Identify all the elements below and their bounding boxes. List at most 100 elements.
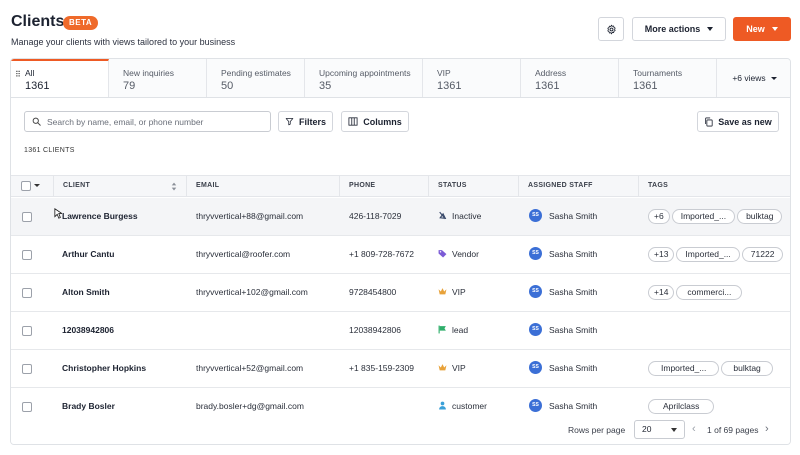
tab-tournaments[interactable]: Tournaments 1361 <box>619 59 717 97</box>
search-field[interactable] <box>24 111 271 132</box>
search-icon <box>32 117 41 126</box>
tab-label: All <box>25 68 35 78</box>
next-page-button[interactable]: › <box>765 423 769 435</box>
tag-chip[interactable]: +13 <box>648 247 675 263</box>
tab-count: 1361 <box>535 80 560 92</box>
tag-chip[interactable]: bulktag <box>721 361 773 377</box>
tab-label: Pending estimates <box>221 68 291 78</box>
row-checkbox[interactable] <box>22 250 32 260</box>
cursor-icon <box>54 208 62 219</box>
filter-icon <box>285 118 294 126</box>
rows-per-page-label: Rows per page <box>568 425 626 435</box>
tag-chip[interactable]: Imported_... <box>648 361 720 377</box>
client-phone: +1 809-728-7672 <box>349 249 414 259</box>
table-row[interactable]: Christopher Hopkins thryvvertical+52@gma… <box>11 350 790 388</box>
tab-count: 1361 <box>633 80 658 92</box>
save-as-new-button[interactable]: Save as new <box>697 111 779 132</box>
avatar: SS <box>529 399 542 413</box>
tab-all[interactable]: ⠿ All 1361 <box>11 59 109 97</box>
row-checkbox[interactable] <box>22 326 32 336</box>
assigned-staff: SS Sasha Smith <box>529 198 637 235</box>
client-phone: 12038942806 <box>349 325 402 335</box>
column-header-status[interactable]: STATUS <box>428 176 518 196</box>
client-name[interactable]: Alton Smith <box>62 274 184 311</box>
page-header: Clients BETA Manage your clients with vi… <box>0 0 800 58</box>
drag-handle-icon[interactable]: ⠿ <box>15 70 21 79</box>
tag-chip[interactable]: 71222 <box>741 247 784 263</box>
chevron-down-icon <box>671 428 677 432</box>
assigned-staff: SS Sasha Smith <box>529 350 637 387</box>
column-header-email[interactable]: EMAIL <box>186 176 339 196</box>
column-header-phone[interactable]: PHONE <box>339 176 428 196</box>
clients-count: 1361 CLIENTS <box>24 147 75 154</box>
tag-chip[interactable]: bulktag <box>737 209 783 225</box>
save-as-new-label: Save as new <box>718 116 772 127</box>
select-all-checkbox[interactable] <box>21 181 31 191</box>
status-label: Vendor <box>452 249 479 259</box>
table-row[interactable]: Lawrence Burgess thryvvertical+88@gmail.… <box>11 198 790 236</box>
tag-chip[interactable]: Imported_... <box>671 209 736 225</box>
more-actions-button[interactable]: More actions <box>632 17 726 41</box>
tag-chip[interactable]: +14 <box>648 285 675 301</box>
client-name[interactable]: 12038942806 <box>62 312 184 349</box>
avatar: SS <box>529 285 542 299</box>
client-name[interactable]: Arthur Cantu <box>62 236 184 273</box>
tab-label: VIP <box>437 68 451 78</box>
client-name[interactable]: Christopher Hopkins <box>62 350 184 387</box>
sort-icon[interactable] <box>171 182 177 191</box>
columns-button[interactable]: Columns <box>341 111 409 132</box>
tag-chip[interactable]: commerci... <box>676 285 743 301</box>
tab-vip[interactable]: VIP 1361 <box>423 59 521 97</box>
tag-chip[interactable]: Aprilclass <box>648 399 715 415</box>
client-email <box>196 312 336 349</box>
client-email: thryvvertical+102@gmail.com <box>196 287 308 297</box>
table-row[interactable]: Alton Smith thryvvertical+102@gmail.com … <box>11 274 790 312</box>
rows-per-page-select[interactable]: 20 <box>634 420 685 439</box>
settings-button[interactable] <box>598 17 624 41</box>
more-views-label: +6 views <box>732 73 766 83</box>
tab-new-inquiries[interactable]: New inquiries 79 <box>109 59 207 97</box>
clients-card: ⠿ All 1361 New inquiries 79 Pending esti… <box>10 58 791 445</box>
column-header-assigned-staff[interactable]: ASSIGNED STAFF <box>518 176 638 196</box>
row-checkbox[interactable] <box>22 402 32 412</box>
client-status: Inactive <box>438 198 516 235</box>
assigned-staff: SS Sasha Smith <box>529 274 637 311</box>
tab-address[interactable]: Address 1361 <box>521 59 619 97</box>
row-checkbox[interactable] <box>22 212 32 222</box>
staff-name: Sasha Smith <box>549 211 598 221</box>
row-checkbox[interactable] <box>22 364 32 374</box>
table-row[interactable]: Arthur Cantu thryvvertical@roofer.com +1… <box>11 236 790 274</box>
status-label: VIP <box>452 287 466 297</box>
client-name[interactable]: Lawrence Burgess <box>62 198 184 235</box>
column-label: STATUS <box>438 182 467 189</box>
staff-name: Sasha Smith <box>549 287 598 297</box>
chevron-down-icon[interactable] <box>34 184 40 187</box>
beta-badge: BETA <box>63 16 99 30</box>
new-button[interactable]: New <box>733 17 791 41</box>
chevron-down-icon <box>771 27 778 31</box>
tab-count: 1361 <box>437 80 462 92</box>
row-checkbox[interactable] <box>22 288 32 298</box>
filters-button[interactable]: Filters <box>278 111 333 132</box>
tab-label: New inquiries <box>123 68 175 78</box>
search-input[interactable] <box>47 116 257 127</box>
tag-chip[interactable]: +6 <box>648 209 670 225</box>
client-status: VIP <box>438 274 516 311</box>
client-email: thryvvertical@roofer.com <box>196 249 291 259</box>
more-views-button[interactable]: +6 views <box>717 59 790 97</box>
column-header-client[interactable]: CLIENT <box>53 176 186 196</box>
client-tags <box>648 312 790 349</box>
copy-icon <box>705 117 713 127</box>
tag-chip[interactable]: Imported_... <box>676 247 740 263</box>
tab-pending-estimates[interactable]: Pending estimates 50 <box>207 59 305 97</box>
staff-name: Sasha Smith <box>549 401 598 411</box>
table-row[interactable]: 12038942806 12038942806 lead SS Sasha Smi… <box>11 312 790 350</box>
column-header-tags[interactable]: TAGS <box>638 176 790 196</box>
client-email: thryvvertical+52@gmail.com <box>196 363 304 373</box>
staff-name: Sasha Smith <box>549 249 598 259</box>
column-label: PHONE <box>349 182 376 189</box>
tab-upcoming-appointments[interactable]: Upcoming appointments 35 <box>305 59 423 97</box>
previous-page-button[interactable]: ‹ <box>692 423 696 435</box>
new-label: New <box>746 24 765 34</box>
flag-icon <box>438 325 446 334</box>
